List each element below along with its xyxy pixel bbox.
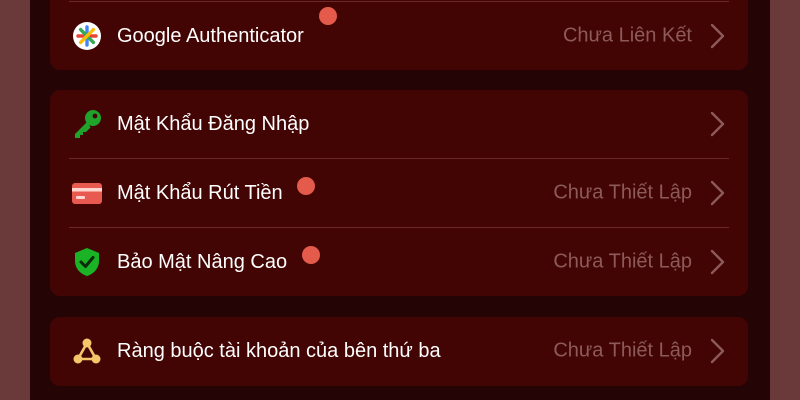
login-password-row[interactable]: Mật Khẩu Đăng Nhập	[50, 90, 748, 158]
notification-dot	[297, 177, 315, 195]
advanced-security-label: Bảo Mật Nâng Cao	[117, 251, 288, 273]
google-authenticator-label: Google Authenticator	[117, 25, 304, 47]
chevron-right-icon	[710, 249, 725, 275]
google-authenticator-status: Chưa Liên Kết	[562, 24, 692, 47]
chevron-right-icon	[710, 23, 725, 49]
chevron-right-icon	[710, 111, 725, 137]
google-authenticator-row[interactable]: Google Authenticator Chưa Liên Kết	[50, 2, 748, 70]
withdraw-password-status: Chưa Thiết Lập	[553, 181, 692, 204]
advanced-security-row[interactable]: Bảo Mật Nâng Cao Chưa Thiết Lập	[50, 228, 748, 296]
password-security-card: Mật Khẩu Đăng Nhập Mật Khẩu Rút Tiền Chư…	[50, 90, 748, 296]
google-authenticator-icon	[71, 20, 103, 52]
key-icon	[71, 108, 103, 140]
advanced-security-status: Chưa Thiết Lập	[553, 250, 692, 273]
withdraw-password-label: Mật Khẩu Rút Tiền	[117, 182, 283, 204]
notification-dot	[302, 246, 320, 264]
third-party-card: Ràng buộc tài khoản của bên thứ ba Chưa …	[50, 317, 748, 386]
security-settings-page: Google Authenticator Chưa Liên Kết Mật K…	[30, 0, 770, 400]
third-party-binding-label: Ràng buộc tài khoản của bên thứ ba	[117, 340, 441, 362]
withdraw-password-row[interactable]: Mật Khẩu Rút Tiền Chưa Thiết Lập	[50, 159, 748, 227]
login-password-label: Mật Khẩu Đăng Nhập	[117, 113, 310, 135]
card-icon	[71, 177, 103, 209]
chevron-right-icon	[710, 180, 725, 206]
chevron-right-icon	[710, 338, 725, 364]
notification-dot	[319, 7, 337, 25]
third-party-link-icon	[71, 335, 103, 367]
third-party-binding-row[interactable]: Ràng buộc tài khoản của bên thứ ba Chưa …	[50, 317, 748, 385]
authenticator-card: Google Authenticator Chưa Liên Kết	[50, 0, 748, 70]
shield-check-icon	[71, 246, 103, 278]
third-party-binding-status: Chưa Thiết Lập	[553, 339, 692, 362]
